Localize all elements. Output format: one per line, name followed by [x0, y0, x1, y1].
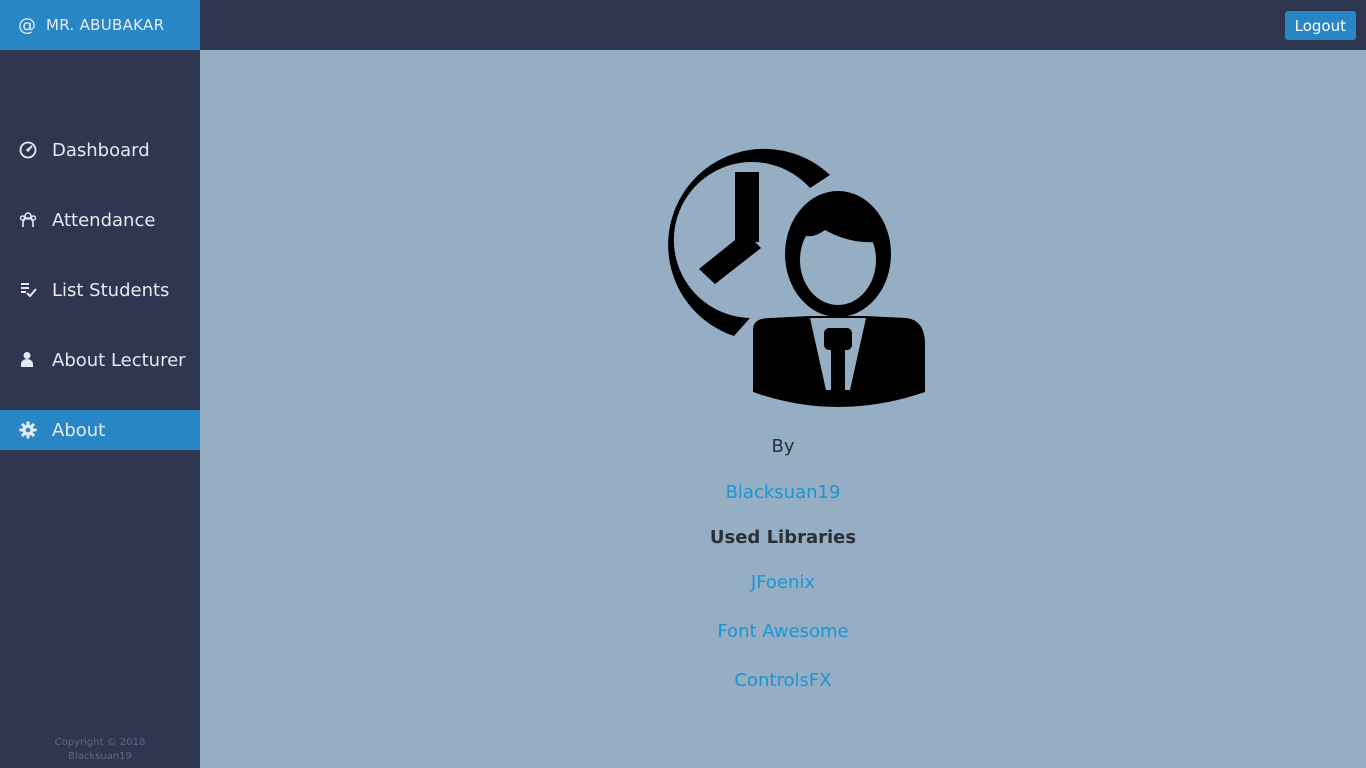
- sidebar-item-label: Dashboard: [52, 139, 150, 161]
- logout-button[interactable]: Logout: [1284, 11, 1356, 40]
- sidebar-item-about-lecturer[interactable]: About Lecturer: [0, 340, 200, 380]
- library-link-controlsfx[interactable]: ControlsFX: [200, 670, 1366, 691]
- author-link[interactable]: Blacksuan19: [200, 482, 1366, 503]
- sidebar-item-list-students[interactable]: List Students: [0, 270, 200, 310]
- list-check-icon: [18, 280, 46, 300]
- sidebar-item-label: Attendance: [52, 209, 156, 231]
- top-bar: Logout: [200, 0, 1366, 50]
- library-link-jfoenix[interactable]: JFoenix: [200, 572, 1366, 593]
- sidebar-item-label: About Lecturer: [52, 349, 186, 371]
- gear-icon: [18, 420, 46, 440]
- at-icon: @: [18, 14, 36, 36]
- dashboard-gauge-icon: [18, 140, 46, 160]
- user-name: MR. ABUBAKAR: [46, 16, 165, 34]
- libraries-heading: Used Libraries: [709, 527, 857, 548]
- attendance-group-icon: [18, 210, 46, 230]
- sidebar-item-dashboard[interactable]: Dashboard: [0, 130, 200, 170]
- sidebar-item-label: About: [52, 419, 106, 441]
- sidebar-item-label: List Students: [52, 279, 170, 301]
- about-content: By Blacksuan19 Used Libraries JFoenix Fo…: [200, 50, 1366, 768]
- copyright-text: Copyright © 2018 Blacksuan19: [54, 737, 146, 762]
- user-header: @ MR. ABUBAKAR: [0, 0, 200, 50]
- sidebar: @ MR. ABUBAKAR Dashboard Attendance List…: [0, 0, 200, 768]
- clock-user-icon: [668, 148, 925, 407]
- library-link-font-awesome[interactable]: Font Awesome: [200, 621, 1366, 642]
- sidebar-item-attendance[interactable]: Attendance: [0, 200, 200, 240]
- user-icon: [18, 350, 46, 370]
- sidebar-item-about[interactable]: About: [0, 410, 200, 450]
- by-label: By: [771, 436, 795, 457]
